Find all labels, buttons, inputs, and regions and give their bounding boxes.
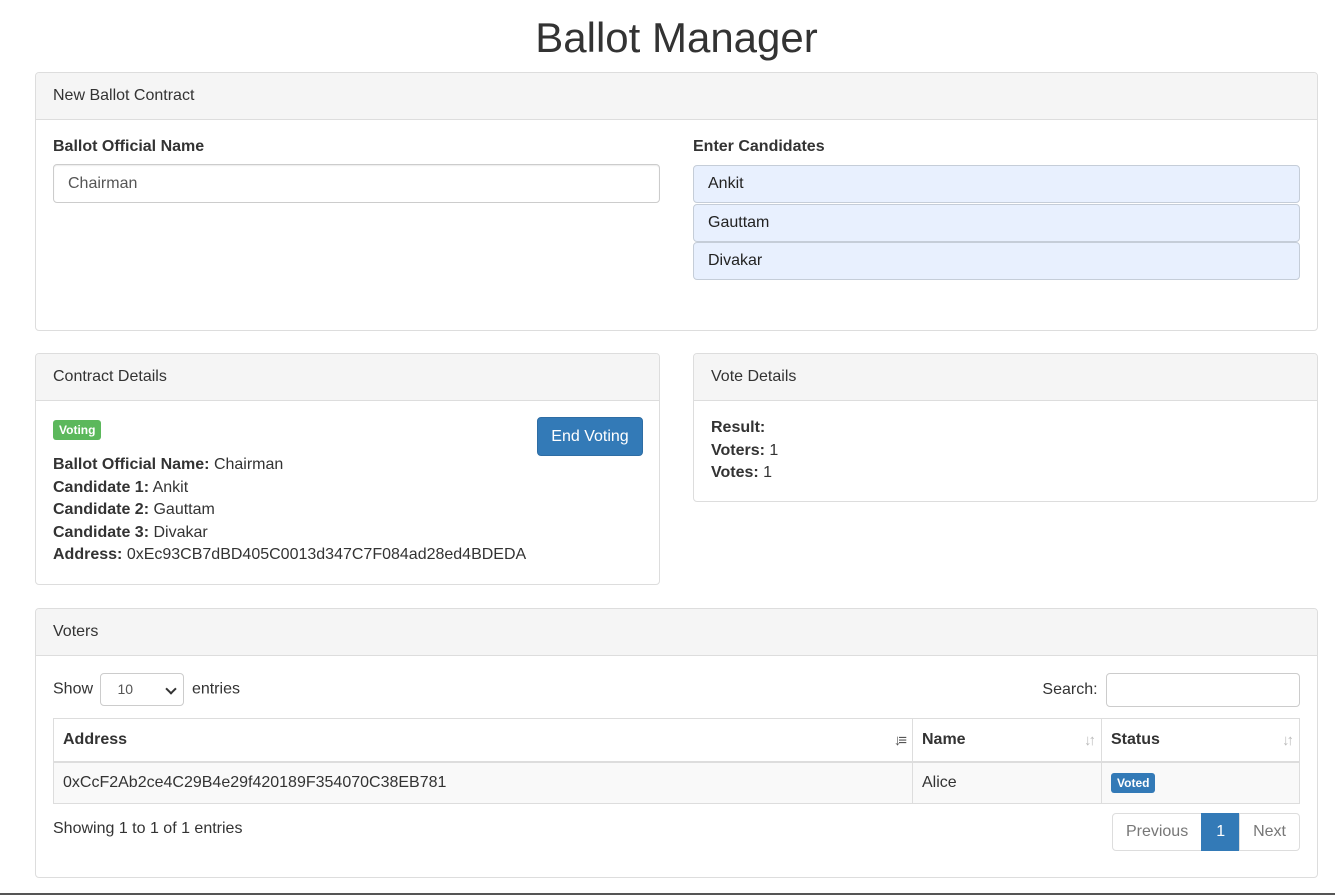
table-search: Search: [1042,673,1300,707]
voted-status-badge: Voted [1111,772,1156,793]
voting-status-badge: Voting [53,420,102,440]
votes-count: 1 [763,464,773,481]
official-name-label: Ballot Official Name [53,138,205,155]
end-voting-button[interactable]: End Voting [537,417,643,456]
official-name-input[interactable] [53,164,660,203]
column-header-address[interactable]: Address ↓≡ [53,718,913,763]
detail-candidate-1: Candidate 1: Ankit [53,478,189,496]
sort-icon: ↓↑ [1084,732,1096,749]
show-label: Show [53,680,94,698]
vote-votes: Votes: 1 [711,464,773,481]
new-ballot-heading: New Ballot Contract [36,73,1317,120]
contract-details-panel: Contract Details Voting End Voting Ballo… [35,353,660,585]
row-status: Voted [1101,761,1300,804]
vote-voters: Voters: 1 [711,441,779,459]
candidate-2-value: Gauttam [153,501,215,518]
pagination-page-1[interactable]: 1 [1201,813,1241,851]
entries-select[interactable]: 10 [100,673,185,706]
chevron-down-icon [165,683,178,695]
column-header-name[interactable]: Name ↓↑ [912,718,1102,763]
contract-details-heading: Contract Details [36,354,659,401]
vote-result: Result: [711,419,766,436]
entries-label: entries [191,680,240,698]
candidate-input-3[interactable] [693,242,1300,280]
candidate-1-value: Ankit [152,478,189,496]
voters-heading: Voters [36,609,1317,656]
pagination-previous[interactable]: Previous [1111,813,1203,851]
entries-select-value: 10 [117,681,134,697]
sort-icon: ↓↑ [1282,732,1294,749]
search-label: Search: [1042,681,1098,699]
vote-details-panel: Vote Details Result: Voters: 1 Votes: 1 [693,353,1318,502]
voters-count: 1 [769,441,779,459]
detail-candidate-2: Candidate 2: Gauttam [53,501,215,518]
row-address: 0xCcF2Ab2ce4C29B4e29f420189F354070C38EB7… [53,761,913,804]
detail-official: Ballot Official Name: Chairman [53,456,284,473]
vote-details-heading: Vote Details [694,354,1317,401]
voters-panel: Voters Show 10 entries Search: Address ↓… [35,608,1318,878]
detail-address: Address: 0xEc93CB7dBD405C0013d347C7F084a… [53,546,527,563]
table-row: 0xCcF2Ab2ce4C29B4e29f420189F354070C38EB7… [53,761,1300,804]
sort-ascending-icon: ↓≡ [893,732,907,749]
voters-table: Address ↓≡ Name ↓↑ Status ↓↑ 0xCcF2Ab2ce… [53,718,1300,804]
table-header-row: Address ↓≡ Name ↓↑ Status ↓↑ [53,718,1300,763]
table-info: Showing 1 to 1 of 1 entries [53,820,243,837]
contract-detail-list: Ballot Official Name: Chairman Candidate… [53,454,526,567]
pagination: Previous 1 Next [1111,813,1300,851]
row-name: Alice [912,761,1102,804]
entries-length-control: Show 10 entries [53,673,240,706]
new-ballot-panel: New Ballot Contract Ballot Official Name… [35,72,1318,331]
search-input[interactable] [1106,673,1300,707]
address-value: 0xEc93CB7dBD405C0013d347C7F084ad28ed4BDE… [126,546,527,563]
candidate-3-value: Divakar [153,523,208,541]
candidate-input-2[interactable] [693,204,1300,242]
detail-candidate-3: Candidate 3: Divakar [53,523,208,541]
official-value: Chairman [213,456,284,473]
candidate-input-1[interactable] [693,165,1300,203]
pagination-next[interactable]: Next [1239,813,1300,851]
candidates-label: Enter Candidates [693,138,825,155]
column-header-status[interactable]: Status ↓↑ [1101,718,1300,763]
page-title: Ballot Manager [535,14,818,61]
vote-detail-list: Result: Voters: 1 Votes: 1 [711,417,778,485]
